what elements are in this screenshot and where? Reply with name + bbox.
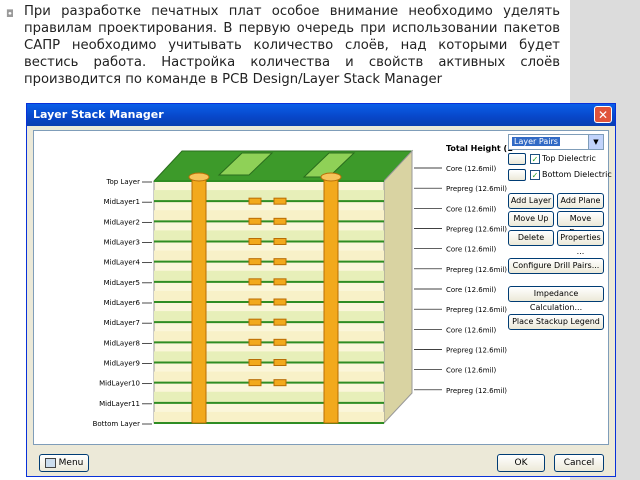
menu-button-label: Menu bbox=[58, 458, 84, 468]
dielectric-label: Prepreg (12.6mil) bbox=[446, 266, 507, 274]
window-titlebar[interactable]: Layer Stack Manager ✕ bbox=[27, 104, 615, 126]
inner-pad bbox=[273, 258, 287, 266]
inner-pad bbox=[248, 258, 262, 266]
cancel-button[interactable]: Cancel bbox=[554, 454, 604, 472]
inner-pad bbox=[248, 238, 262, 245]
left-layer-label: MidLayer1 bbox=[104, 198, 140, 206]
impedance-calculation-button[interactable]: Impedance Calculation... bbox=[508, 286, 604, 312]
inner-pad bbox=[248, 217, 262, 225]
bottom-dielectric-row: ✓ Bottom Dielectric bbox=[508, 168, 612, 182]
via-barrel bbox=[191, 176, 207, 424]
top-dielectric-checkbox[interactable]: ✓ bbox=[530, 153, 540, 164]
dielectric-band bbox=[154, 230, 384, 242]
add-layer-button[interactable]: Add Layer bbox=[508, 193, 554, 209]
left-layer-label: MidLayer10 bbox=[99, 380, 140, 388]
dielectric-band bbox=[154, 411, 384, 423]
menu-icon bbox=[44, 457, 56, 468]
delete-button[interactable]: Delete bbox=[508, 230, 554, 246]
dielectric-label: Core (12.6mil) bbox=[446, 367, 496, 375]
dielectric-band bbox=[154, 270, 384, 282]
dielectric-band bbox=[154, 311, 384, 323]
via-barrel bbox=[323, 176, 339, 424]
bottom-dielectric-checkbox[interactable]: ✓ bbox=[530, 169, 540, 180]
dielectric-label: Core (12.6mil) bbox=[446, 205, 496, 213]
dielectric-label: Core (12.6mil) bbox=[446, 165, 496, 173]
ok-button[interactable]: OK bbox=[497, 454, 545, 472]
inner-pad bbox=[273, 379, 287, 387]
dielectric-band bbox=[154, 250, 384, 262]
left-layer-label: MidLayer8 bbox=[104, 339, 140, 347]
layer-pairs-selected: Layer Pairs bbox=[512, 137, 560, 146]
layer-pairs-dropdown[interactable]: Layer Pairs ▼ bbox=[508, 134, 604, 150]
dielectric-band bbox=[154, 210, 384, 222]
inner-pad bbox=[273, 238, 287, 245]
dielectric-band bbox=[154, 371, 384, 383]
bottom-dielectric-label: Bottom Dielectric bbox=[542, 170, 612, 179]
move-up-button[interactable]: Move Up bbox=[508, 211, 554, 227]
layer-stack-manager-window: Layer Stack Manager ✕ Top Layer MidLayer1… bbox=[26, 103, 616, 477]
close-icon[interactable]: ✕ bbox=[594, 106, 612, 123]
dielectric-band bbox=[154, 331, 384, 343]
total-height-label: Total Height (1 bbox=[446, 144, 513, 153]
left-layer-label: MidLayer4 bbox=[104, 259, 141, 267]
inner-pad bbox=[273, 217, 287, 225]
move-down-button[interactable]: Move Down bbox=[557, 211, 604, 237]
inner-pad bbox=[273, 318, 287, 326]
left-layer-label: MidLayer5 bbox=[104, 279, 140, 287]
inner-pad bbox=[273, 338, 287, 346]
inner-pad bbox=[273, 278, 287, 286]
left-layer-label: MidLayer11 bbox=[99, 400, 140, 408]
configure-drill-pairs-button[interactable]: Configure Drill Pairs... bbox=[508, 258, 604, 274]
dielectric-label: Core (12.6mil) bbox=[446, 246, 496, 254]
inner-pad bbox=[273, 298, 287, 306]
inner-pad bbox=[248, 318, 262, 326]
inner-pad bbox=[248, 298, 262, 306]
left-layer-label: MidLayer6 bbox=[104, 299, 141, 307]
properties-button[interactable]: Properties ... bbox=[557, 230, 604, 256]
dielectric-band bbox=[154, 391, 384, 403]
dielectric-label: Core (12.6mil) bbox=[446, 286, 496, 294]
dielectric-label: Prepreg (12.6mil) bbox=[446, 306, 507, 314]
inner-pad bbox=[273, 359, 287, 366]
add-plane-button[interactable]: Add Plane bbox=[557, 193, 604, 209]
board-side-face bbox=[383, 149, 413, 425]
left-layer-label: MidLayer9 bbox=[104, 360, 140, 368]
dielectric-label: Prepreg (12.6mil) bbox=[446, 185, 507, 193]
left-layer-label: Top Layer bbox=[105, 178, 140, 186]
dielectric-label: Prepreg (12.6mil) bbox=[446, 226, 507, 234]
dielectric-label: Prepreg (12.6mil) bbox=[446, 347, 507, 355]
inner-pad bbox=[248, 338, 262, 346]
inner-pad bbox=[273, 197, 287, 205]
dielectric-band bbox=[154, 190, 384, 202]
place-stackup-legend-button[interactable]: Place Stackup Legend bbox=[508, 314, 604, 330]
dielectric-label: Prepreg (12.6mil) bbox=[446, 387, 507, 395]
via-pad bbox=[320, 172, 342, 182]
chevron-down-icon[interactable]: ▼ bbox=[588, 135, 603, 149]
inner-pad bbox=[248, 379, 262, 387]
via-pad bbox=[188, 172, 210, 182]
window-title: Layer Stack Manager bbox=[33, 108, 164, 121]
menu-button[interactable]: Menu bbox=[39, 454, 89, 472]
inner-pad bbox=[248, 359, 262, 366]
dielectric-label: Core (12.6mil) bbox=[446, 326, 496, 334]
dielectric-band bbox=[154, 351, 384, 363]
top-dielectric-row: ✓ Top Dielectric bbox=[508, 152, 596, 166]
dielectric-band bbox=[154, 290, 384, 302]
slide-paragraph: При разработке печатных плат особое вним… bbox=[24, 4, 560, 87]
left-layer-label: MidLayer7 bbox=[104, 319, 140, 327]
slide-bullet-icon: ◘ bbox=[6, 9, 14, 20]
inner-pad bbox=[248, 197, 262, 205]
left-layer-label: MidLayer3 bbox=[104, 239, 140, 247]
left-layer-label: Bottom Layer bbox=[93, 420, 141, 428]
top-dielectric-label: Top Dielectric bbox=[542, 154, 596, 163]
left-layer-label: MidLayer2 bbox=[104, 218, 140, 226]
inner-pad bbox=[248, 278, 262, 286]
bottom-dielectric-settings-button[interactable] bbox=[508, 168, 526, 181]
top-dielectric-settings-button[interactable] bbox=[508, 152, 526, 165]
